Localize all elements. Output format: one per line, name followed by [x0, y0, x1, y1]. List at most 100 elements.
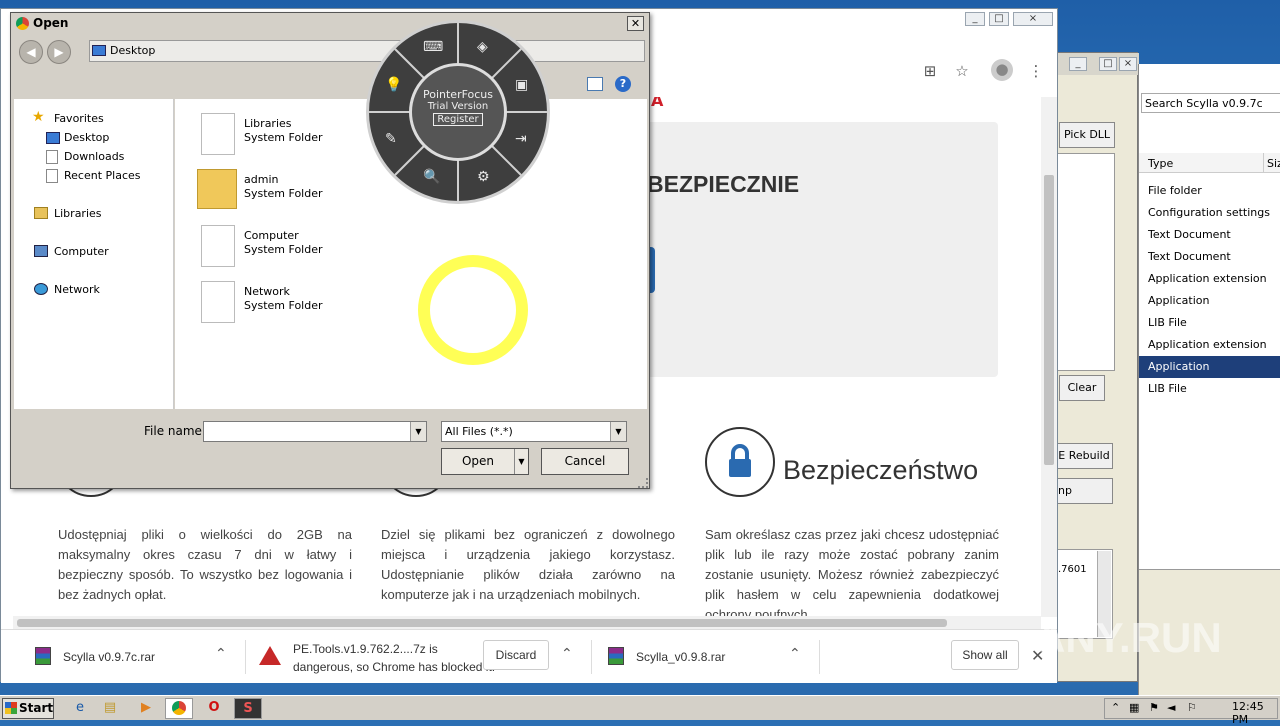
anyrun-watermark: ANY.RUN — [1035, 614, 1222, 661]
dump-button[interactable]: np — [1055, 478, 1113, 504]
chrome-menu-icon[interactable]: ⋮ — [1025, 61, 1047, 81]
profile-avatar-icon[interactable]: ● — [991, 59, 1013, 81]
address-bar[interactable]: Desktop — [89, 40, 645, 62]
file-item-libraries[interactable]: Libraries System Folder — [244, 117, 323, 145]
discard-button[interactable]: Discard — [483, 640, 549, 670]
explorer-folder-icon[interactable]: ▤ — [96, 698, 124, 719]
horizontal-scroll-thumb[interactable] — [17, 619, 947, 627]
explorer-file-row[interactable]: Application — [1139, 290, 1280, 312]
opera-icon[interactable]: O — [200, 698, 228, 719]
vertical-scroll-thumb[interactable] — [1044, 175, 1054, 465]
page-vertical-scrollbar[interactable] — [1041, 97, 1057, 617]
explorer-file-row[interactable]: Configuration settings — [1139, 202, 1280, 224]
chevron-up-icon[interactable]: ⌃ — [215, 646, 227, 662]
forward-arrow-icon[interactable]: ▶ — [47, 40, 71, 64]
taskbar: Start e ▤ ▶ O S ⌃ ▦ ⚑ ◄ ⚐ 12:45 PM — [0, 695, 1280, 726]
nav-favorites[interactable]: Favorites — [54, 111, 104, 127]
explorer-file-row[interactable]: Application — [1139, 356, 1280, 378]
explorer-file-row[interactable]: Text Document — [1139, 246, 1280, 268]
explorer-file-row[interactable]: Application extension — [1139, 268, 1280, 290]
scylla-maximize-button[interactable]: □ — [1099, 57, 1117, 71]
register-button[interactable]: Register — [433, 113, 483, 126]
chevron-up-icon[interactable]: ⌃ — [1111, 701, 1120, 714]
exit-icon[interactable]: ⇥ — [515, 131, 527, 147]
media-player-icon[interactable]: ▶ — [132, 698, 160, 719]
computer-folder-icon[interactable] — [201, 225, 235, 267]
nav-libraries[interactable]: Libraries — [54, 206, 102, 222]
scylla-log-value: .7601 — [1058, 564, 1087, 575]
download-separator — [591, 640, 592, 674]
resize-grip[interactable] — [638, 478, 648, 488]
back-arrow-icon[interactable]: ◀ — [19, 40, 43, 64]
file-name-input[interactable]: ▼ — [203, 421, 427, 442]
chevron-down-icon[interactable]: ▼ — [610, 422, 626, 441]
pick-dll-button[interactable]: Pick DLL — [1059, 122, 1115, 148]
pointerfocus-wheel: ⌨ ◈ 💡 ▣ ✎ ⇥ 🔍 ⚙ PointerFocus Trial Versi… — [366, 20, 550, 204]
explorer-search-input[interactable]: Search Scylla v0.9.7c — [1141, 93, 1280, 113]
start-button[interactable]: Start — [2, 698, 54, 719]
network-tray-icon[interactable]: ▦ — [1129, 701, 1139, 714]
magnifier-icon[interactable]: 🔍 — [423, 169, 440, 185]
chevron-down-icon[interactable]: ▼ — [514, 449, 528, 474]
ie-icon[interactable]: e — [66, 698, 94, 719]
keyboard-icon[interactable]: ⌨ — [423, 39, 443, 55]
eraser-icon[interactable]: ◈ — [477, 39, 488, 55]
chrome-close-button[interactable]: × — [1013, 12, 1053, 26]
nav-downloads[interactable]: Downloads — [64, 149, 124, 165]
flag-icon[interactable]: ⚐ — [1187, 701, 1197, 714]
explorer-file-row[interactable]: File folder — [1139, 180, 1280, 202]
dialog-close-button[interactable]: ✕ — [627, 16, 644, 31]
explorer-file-row[interactable]: Application extension — [1139, 334, 1280, 356]
pe-rebuild-button[interactable]: E Rebuild — [1055, 443, 1113, 469]
feature-text-2: Dziel się plikami bez ograniczeń z dowol… — [381, 527, 675, 602]
chrome-maximize-button[interactable]: □ — [989, 12, 1009, 26]
cancel-button[interactable]: Cancel — [541, 448, 629, 475]
chrome-taskbar-icon[interactable] — [165, 698, 193, 719]
nav-desktop[interactable]: Desktop — [64, 130, 109, 146]
chevron-up-icon[interactable]: ⌃ — [789, 646, 801, 662]
file-type-select[interactable]: All Files (*.*) ▼ — [441, 421, 627, 442]
scylla-minimize-button[interactable]: _ — [1069, 57, 1087, 71]
warning-line-2: dangerous, so Chrome has blocked it. — [293, 660, 496, 674]
folder-icon[interactable] — [197, 169, 237, 209]
file-item-network[interactable]: Network System Folder — [244, 285, 323, 313]
explorer-file-row[interactable]: Text Document — [1139, 224, 1280, 246]
clear-button[interactable]: Clear — [1059, 375, 1105, 401]
download-item-3[interactable]: Scylla_v0.9.8.rar — [636, 650, 725, 684]
page-horizontal-scrollbar[interactable] — [13, 616, 1041, 630]
scylla-taskbar-icon[interactable]: S — [234, 698, 262, 719]
nav-recent-places[interactable]: Recent Places — [64, 168, 141, 184]
libraries-folder-icon[interactable] — [201, 113, 235, 155]
gear-icon[interactable]: ⚙ — [477, 169, 490, 185]
file-item-type: System Folder — [244, 299, 323, 312]
explorer-file-row[interactable]: LIB File — [1139, 312, 1280, 334]
column-type-header[interactable]: Type — [1148, 157, 1173, 170]
chevron-down-icon[interactable]: ▼ — [410, 422, 426, 441]
screen-icon[interactable]: ▣ — [515, 77, 528, 93]
show-all-button[interactable]: Show all — [951, 640, 1019, 670]
bookmark-star-icon[interactable]: ☆ — [951, 61, 973, 81]
translate-icon[interactable]: ⊞ — [919, 61, 941, 81]
scylla-close-button[interactable]: × — [1119, 57, 1137, 71]
help-icon[interactable]: ? — [615, 76, 631, 92]
column-size-header[interactable]: Siz — [1267, 157, 1280, 170]
chevron-up-icon[interactable]: ⌃ — [561, 646, 573, 662]
preview-pane-icon[interactable] — [587, 77, 603, 91]
nav-computer[interactable]: Computer — [54, 244, 109, 260]
download-item-1[interactable]: Scylla v0.9.7c.rar — [63, 650, 155, 684]
nav-network[interactable]: Network — [54, 282, 100, 298]
taskbar-clock[interactable]: 12:45 PM — [1232, 700, 1280, 726]
explorer-file-row[interactable]: LIB File — [1139, 378, 1280, 400]
network-folder-icon[interactable] — [201, 281, 235, 323]
volume-icon[interactable]: ◄ — [1167, 701, 1175, 714]
navigation-pane: ★ Favorites Desktop Downloads Recent Pla… — [14, 99, 174, 409]
open-button[interactable]: Open ▼ — [441, 448, 529, 475]
scylla-list[interactable] — [1057, 153, 1115, 371]
action-center-icon[interactable]: ⚑ — [1149, 701, 1159, 714]
file-item-computer[interactable]: Computer System Folder — [244, 229, 323, 257]
lightbulb-icon[interactable]: 💡 — [385, 77, 402, 93]
file-item-admin[interactable]: admin System Folder — [244, 173, 323, 201]
explorer-window: Search Scylla v0.9.7c Type Siz File fold… — [1138, 64, 1280, 695]
chrome-minimize-button[interactable]: _ — [965, 12, 985, 26]
pen-icon[interactable]: ✎ — [385, 131, 397, 147]
